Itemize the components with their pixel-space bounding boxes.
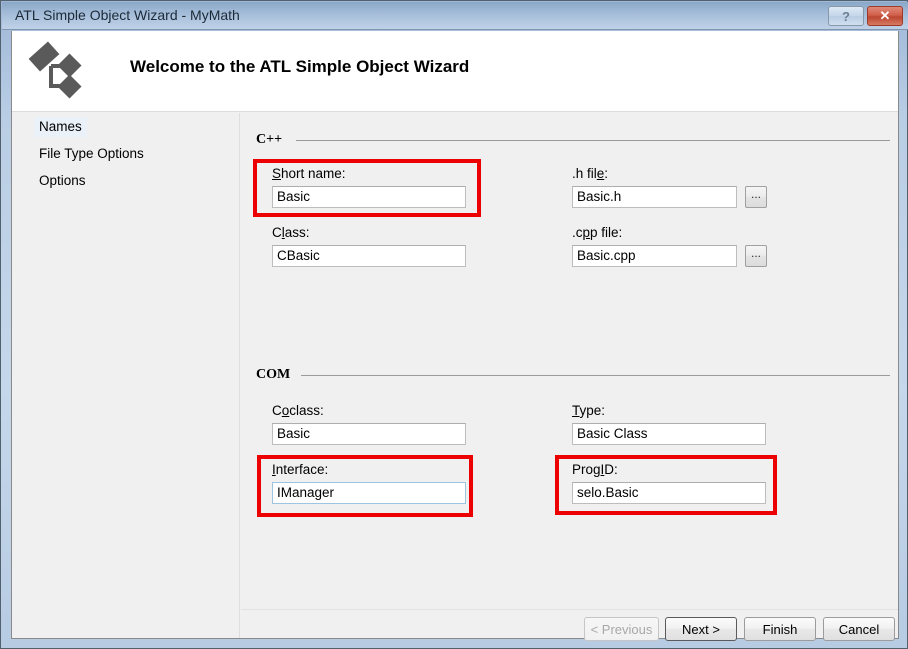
- wizard-diagram-logo-icon: [28, 39, 92, 103]
- label-progid: ProgID:: [572, 462, 618, 477]
- cpp-file-input[interactable]: Basic.cpp: [572, 245, 737, 267]
- close-icon[interactable]: ✕: [867, 6, 903, 26]
- type-input[interactable]: Basic Class: [572, 423, 766, 445]
- page-title: Welcome to the ATL Simple Object Wizard: [130, 57, 470, 76]
- label-coclass: Coclass:: [272, 403, 324, 418]
- cpp-file-browse-button[interactable]: ...: [745, 245, 767, 267]
- wizard-content-pane: C++ Short name: Basic Class: CBasic .h f…: [241, 113, 898, 609]
- label-cpp-file: .cpp file:: [572, 225, 623, 240]
- label-class: Class:: [272, 225, 310, 240]
- interface-input[interactable]: IManager: [272, 482, 466, 504]
- progid-input[interactable]: selo.Basic: [572, 482, 766, 504]
- group-rule-cpp: [296, 140, 890, 141]
- title-bar: ATL Simple Object Wizard - MyMath ? ✕: [2, 2, 908, 30]
- group-label-cpp: C++: [256, 132, 283, 147]
- client-area: Welcome to the ATL Simple Object Wizard …: [11, 31, 899, 641]
- label-type: Type:: [572, 403, 606, 418]
- cancel-button[interactable]: Cancel: [823, 617, 895, 641]
- sidebar-item-options[interactable]: Options: [34, 171, 91, 191]
- sidebar-item-names[interactable]: Names: [34, 117, 87, 137]
- h-file-input[interactable]: Basic.h: [572, 186, 737, 208]
- title-bar-buttons: ? ✕: [828, 6, 903, 26]
- label-h-file: .h file:: [572, 166, 609, 181]
- label-short-name: Short name:: [272, 166, 346, 181]
- class-input[interactable]: CBasic: [272, 245, 466, 267]
- wizard-header: Welcome to the ATL Simple Object Wizard: [12, 31, 898, 112]
- help-button[interactable]: ?: [828, 6, 864, 26]
- window-title: ATL Simple Object Wizard - MyMath: [15, 7, 240, 23]
- coclass-input[interactable]: Basic: [272, 423, 466, 445]
- group-label-com: COM: [256, 367, 291, 382]
- next-button[interactable]: Next >: [665, 617, 737, 641]
- wizard-step-sidebar: Names File Type Options Options: [12, 113, 240, 638]
- previous-button[interactable]: < Previous: [584, 617, 659, 641]
- group-rule-com: [301, 375, 890, 376]
- h-file-browse-button[interactable]: ...: [745, 186, 767, 208]
- sidebar-item-file-type-options[interactable]: File Type Options: [34, 144, 149, 164]
- finish-button[interactable]: Finish: [744, 617, 816, 641]
- label-interface: Interface:: [272, 462, 329, 477]
- wizard-window: ATL Simple Object Wizard - MyMath ? ✕ We…: [0, 0, 908, 649]
- wizard-footer: < Previous Next > Finish Cancel: [241, 609, 898, 641]
- short-name-input[interactable]: Basic: [272, 186, 466, 208]
